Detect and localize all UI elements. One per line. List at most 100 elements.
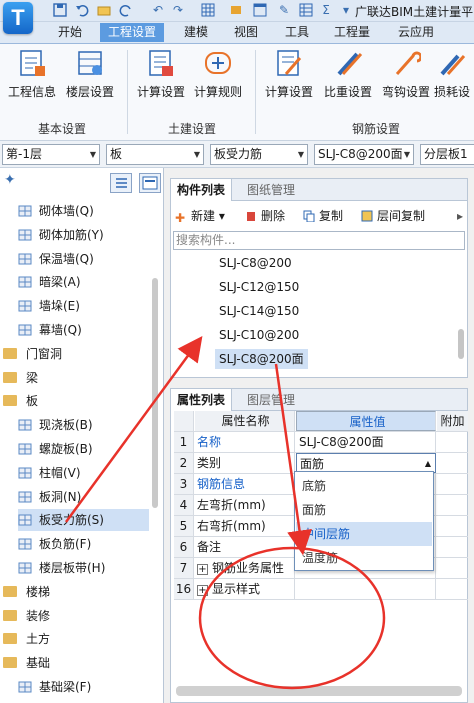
tree-item[interactable]: 砌体加筋(Y) — [18, 224, 149, 246]
component-list-item[interactable]: SLJ-C8@200 — [215, 253, 296, 273]
property-value[interactable]: 面筋 ▲ — [296, 453, 436, 473]
tab-property-list[interactable]: 属性列表 — [171, 389, 233, 411]
header-extra: 附加 — [437, 411, 468, 431]
tree-item-label: 板负筋(F) — [39, 537, 92, 552]
dropdown-option[interactable]: 底筋 — [296, 474, 432, 498]
tree-item[interactable]: 螺旋板(B) — [18, 438, 149, 460]
tab-view[interactable]: 视图 — [226, 23, 266, 42]
list-view-icon[interactable] — [110, 173, 132, 193]
undo-icon[interactable] — [74, 3, 90, 18]
tab-start[interactable]: 开始 — [50, 23, 90, 42]
property-row[interactable]: 16 + 显示样式 — [174, 579, 468, 600]
tree-item[interactable]: 板 — [3, 390, 153, 412]
tree-item[interactable]: 板洞(N) — [18, 486, 149, 508]
grid-icon[interactable] — [200, 3, 216, 18]
expand-all-icon[interactable]: ✦ — [4, 172, 16, 188]
quick-access-dropdown-icon[interactable]: ▾ — [338, 3, 354, 18]
tree-item[interactable]: 暗梁(A) — [18, 271, 149, 293]
component-list-item[interactable]: SLJ-C14@150 — [215, 301, 303, 321]
new-button[interactable]: ✚ 新建 ▾ — [175, 207, 225, 225]
pencil-icon[interactable]: ✎ — [276, 3, 292, 18]
open-folder-icon[interactable] — [96, 3, 112, 18]
tab-component-list[interactable]: 构件列表 — [171, 179, 233, 201]
tree-item[interactable]: 基础 — [3, 652, 153, 674]
tree-item-label: 螺旋板(B) — [39, 442, 93, 456]
tab-modeling[interactable]: 建模 — [176, 23, 216, 42]
rebar-calc-settings-button[interactable]: 计算设置 — [261, 48, 317, 100]
tree-item[interactable]: 基础梁(F) — [18, 676, 149, 698]
tree-item[interactable]: 墙垛(E) — [18, 295, 149, 317]
tree-item-label: 柱帽(V) — [39, 465, 81, 480]
calc-rules-button[interactable]: 计算规则 — [190, 48, 246, 100]
density-settings-button[interactable]: 比重设置 — [320, 48, 376, 100]
property-row[interactable]: 1 名称 SLJ-C8@200面 — [174, 432, 468, 453]
delete-icon — [245, 209, 257, 221]
tab-drawing-management[interactable]: 图纸管理 — [241, 179, 301, 201]
tree-item[interactable]: 楼层板带(H) — [18, 557, 149, 579]
tree-item[interactable]: 砌体墙(Q) — [18, 200, 149, 222]
tree-item[interactable]: 土方 — [3, 628, 153, 650]
dropdown-option[interactable]: 面筋 — [296, 498, 432, 522]
property-name: 钢筋业务属性 — [212, 561, 285, 575]
tree-item[interactable]: 柱帽(V) — [18, 462, 149, 484]
copy-button[interactable]: 复制 — [303, 207, 343, 225]
tree-item[interactable]: 板受力筋(S) — [18, 509, 149, 532]
property-horizontal-scrollbar[interactable] — [176, 686, 462, 696]
sub-select[interactable]: 分层板1 — [420, 144, 474, 165]
component-list-item[interactable]: SLJ-C8@200面 — [215, 349, 308, 369]
hook-settings-button[interactable]: 弯钩设置 — [378, 48, 434, 100]
tree-item-label: 幕墙(Q) — [39, 323, 82, 337]
tree-scrollbar[interactable] — [152, 278, 158, 508]
more-icon[interactable]: ▸ — [457, 207, 463, 225]
component-icon — [18, 512, 32, 526]
component-search-input[interactable]: 搜索构件... — [173, 231, 465, 250]
tab-quantity[interactable]: 工程量 — [326, 23, 378, 42]
component-icon — [18, 560, 32, 574]
forward-icon[interactable]: ↷ — [170, 3, 186, 18]
layout-icon[interactable] — [252, 3, 268, 18]
tree-item[interactable]: 装修 — [3, 605, 153, 627]
tab-cloud[interactable]: 云应用 — [390, 23, 442, 42]
tree-item[interactable]: 门窗洞 — [3, 343, 153, 365]
dropdown-option[interactable]: 中间层筋 — [296, 522, 432, 546]
back-icon[interactable]: ↶ — [150, 3, 166, 18]
dropdown-option[interactable]: 温度筋 — [296, 546, 432, 570]
tree-item[interactable]: 梁 — [3, 367, 153, 389]
table-icon[interactable] — [298, 3, 314, 18]
tab-layer-management[interactable]: 图层管理 — [241, 389, 301, 411]
component-icon — [18, 465, 32, 479]
property-value[interactable]: SLJ-C8@200面 — [296, 432, 436, 452]
project-info-button[interactable]: 工程信息 — [4, 48, 60, 100]
floor-select[interactable]: 第-1层 ▼ — [2, 144, 100, 165]
tree-item[interactable]: 现浇板(B) — [18, 414, 149, 436]
tree-item[interactable]: 保温墙(Q) — [18, 248, 149, 270]
category-select[interactable]: 板 ▼ — [106, 144, 204, 165]
shape-icon[interactable] — [228, 3, 244, 18]
component-list-scrollbar[interactable] — [458, 329, 464, 359]
calc-settings-button[interactable]: 计算设置 — [133, 48, 189, 100]
component-list-item[interactable]: SLJ-C10@200 — [215, 325, 303, 345]
loss-settings-button[interactable]: 损耗设 — [434, 48, 474, 100]
sum-icon[interactable]: Σ — [318, 3, 334, 18]
tree-item[interactable]: 幕墙(Q) — [18, 319, 149, 341]
expand-icon[interactable]: + — [197, 585, 208, 596]
save-icon[interactable] — [52, 3, 68, 18]
tab-tools[interactable]: 工具 — [277, 23, 317, 42]
folder-icon — [3, 585, 17, 597]
expand-icon[interactable]: + — [197, 564, 208, 575]
tree-item-label: 基础梁(F) — [39, 680, 92, 694]
folder-icon — [3, 347, 17, 359]
component-list-item[interactable]: SLJ-C12@150 — [215, 277, 303, 297]
tree-item[interactable]: 楼梯 — [3, 581, 153, 603]
component-icon — [18, 203, 32, 217]
property-value[interactable] — [296, 579, 436, 599]
component-select[interactable]: SLJ-C8@200面 ▼ — [314, 144, 414, 165]
floor-settings-button[interactable]: 楼层设置 — [62, 48, 118, 100]
tab-project-settings[interactable]: 工程设置 — [100, 23, 165, 42]
tree-item[interactable]: 板负筋(F) — [18, 533, 149, 555]
floor-copy-button[interactable]: 层间复制 — [361, 207, 425, 225]
type-select[interactable]: 板受力筋 ▼ — [210, 144, 308, 165]
delete-button[interactable]: 删除 — [245, 207, 285, 225]
redo-icon[interactable] — [118, 3, 134, 18]
card-view-icon[interactable] — [139, 173, 161, 193]
